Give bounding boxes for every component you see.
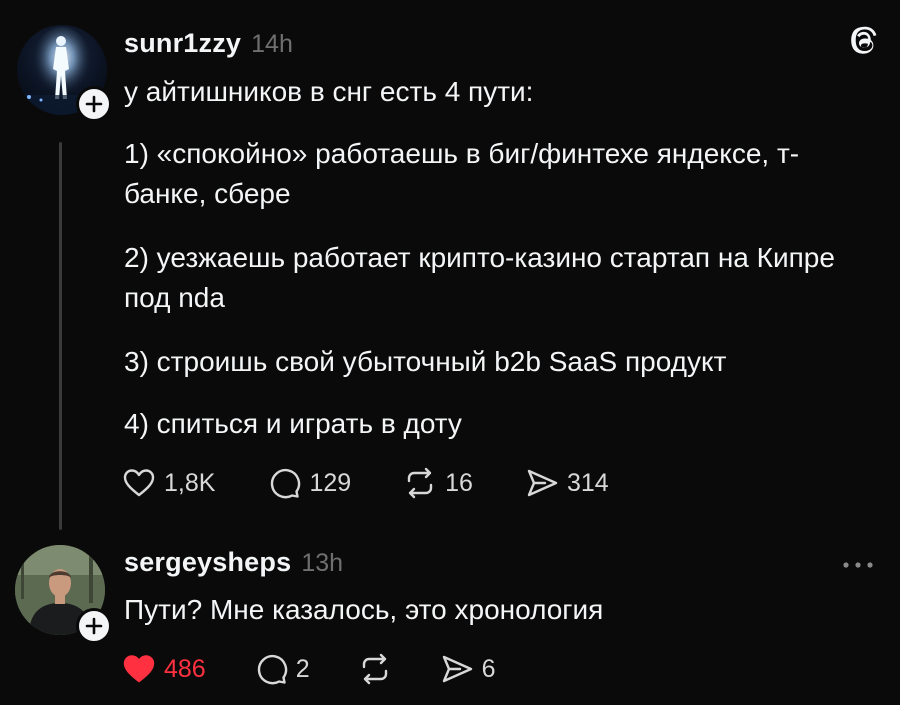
post-text-option-1: 1) «спокойно» работаешь в биг/финтехе ян…: [124, 138, 800, 209]
share-count: 314: [566, 468, 609, 497]
timestamp: 13h: [301, 549, 344, 577]
repost-icon: [362, 653, 387, 685]
more-icon[interactable]: [838, 558, 878, 572]
thread-post: sunr1zzy 14h у айтишников в снг есть 4 п…: [0, 0, 900, 530]
username[interactable]: sergeysheps: [124, 547, 291, 578]
heart-icon: [123, 655, 155, 683]
repost-button[interactable]: 16: [403, 466, 473, 500]
reply-button[interactable]: 129: [267, 466, 351, 500]
repost-icon: [407, 467, 433, 499]
like-count: 486: [164, 654, 206, 683]
reply-header: sergeysheps 13h: [124, 547, 343, 578]
timestamp: 14h: [251, 30, 293, 58]
reply-count: 129: [309, 468, 352, 497]
like-button[interactable]: 486: [122, 652, 206, 686]
post-text-intro: у айтишников в снг есть 4 пути:: [124, 76, 534, 107]
post-text-option-3: 3) строишь свой убыточный b2b SaaS проду…: [124, 346, 727, 377]
follow-plus-icon[interactable]: [76, 608, 112, 644]
post-header: sunr1zzy 14h: [124, 28, 293, 59]
reply-count: 2: [295, 654, 310, 683]
post-text-option-4: 4) спиться и играть в доту: [124, 408, 462, 439]
repost-count: 16: [445, 468, 473, 497]
heart-icon: [123, 469, 155, 497]
share-button[interactable]: 6: [440, 652, 496, 686]
reply-button[interactable]: 2: [254, 652, 310, 686]
share-button[interactable]: 314: [525, 466, 609, 500]
username[interactable]: sunr1zzy: [124, 28, 241, 59]
post-text-option-2: 2) уезжаешь работает крипто-казино старт…: [124, 242, 835, 313]
like-count: 1,8K: [164, 468, 216, 497]
share-count: 6: [481, 654, 496, 683]
reply-text: Пути? Мне казалось, это хронология: [124, 594, 604, 625]
comment-icon: [257, 654, 287, 685]
like-button[interactable]: 1,8K: [122, 466, 215, 500]
reply-actions: 486 2 6: [122, 652, 544, 686]
share-icon: [442, 655, 472, 683]
thread-line: [59, 142, 62, 530]
threads-logo-icon[interactable]: [846, 24, 882, 60]
comment-icon: [271, 468, 301, 499]
repost-button[interactable]: [358, 652, 392, 686]
post-actions: 1,8K 129 16 314: [122, 466, 661, 500]
share-icon: [527, 469, 558, 497]
follow-plus-icon[interactable]: [76, 86, 112, 122]
